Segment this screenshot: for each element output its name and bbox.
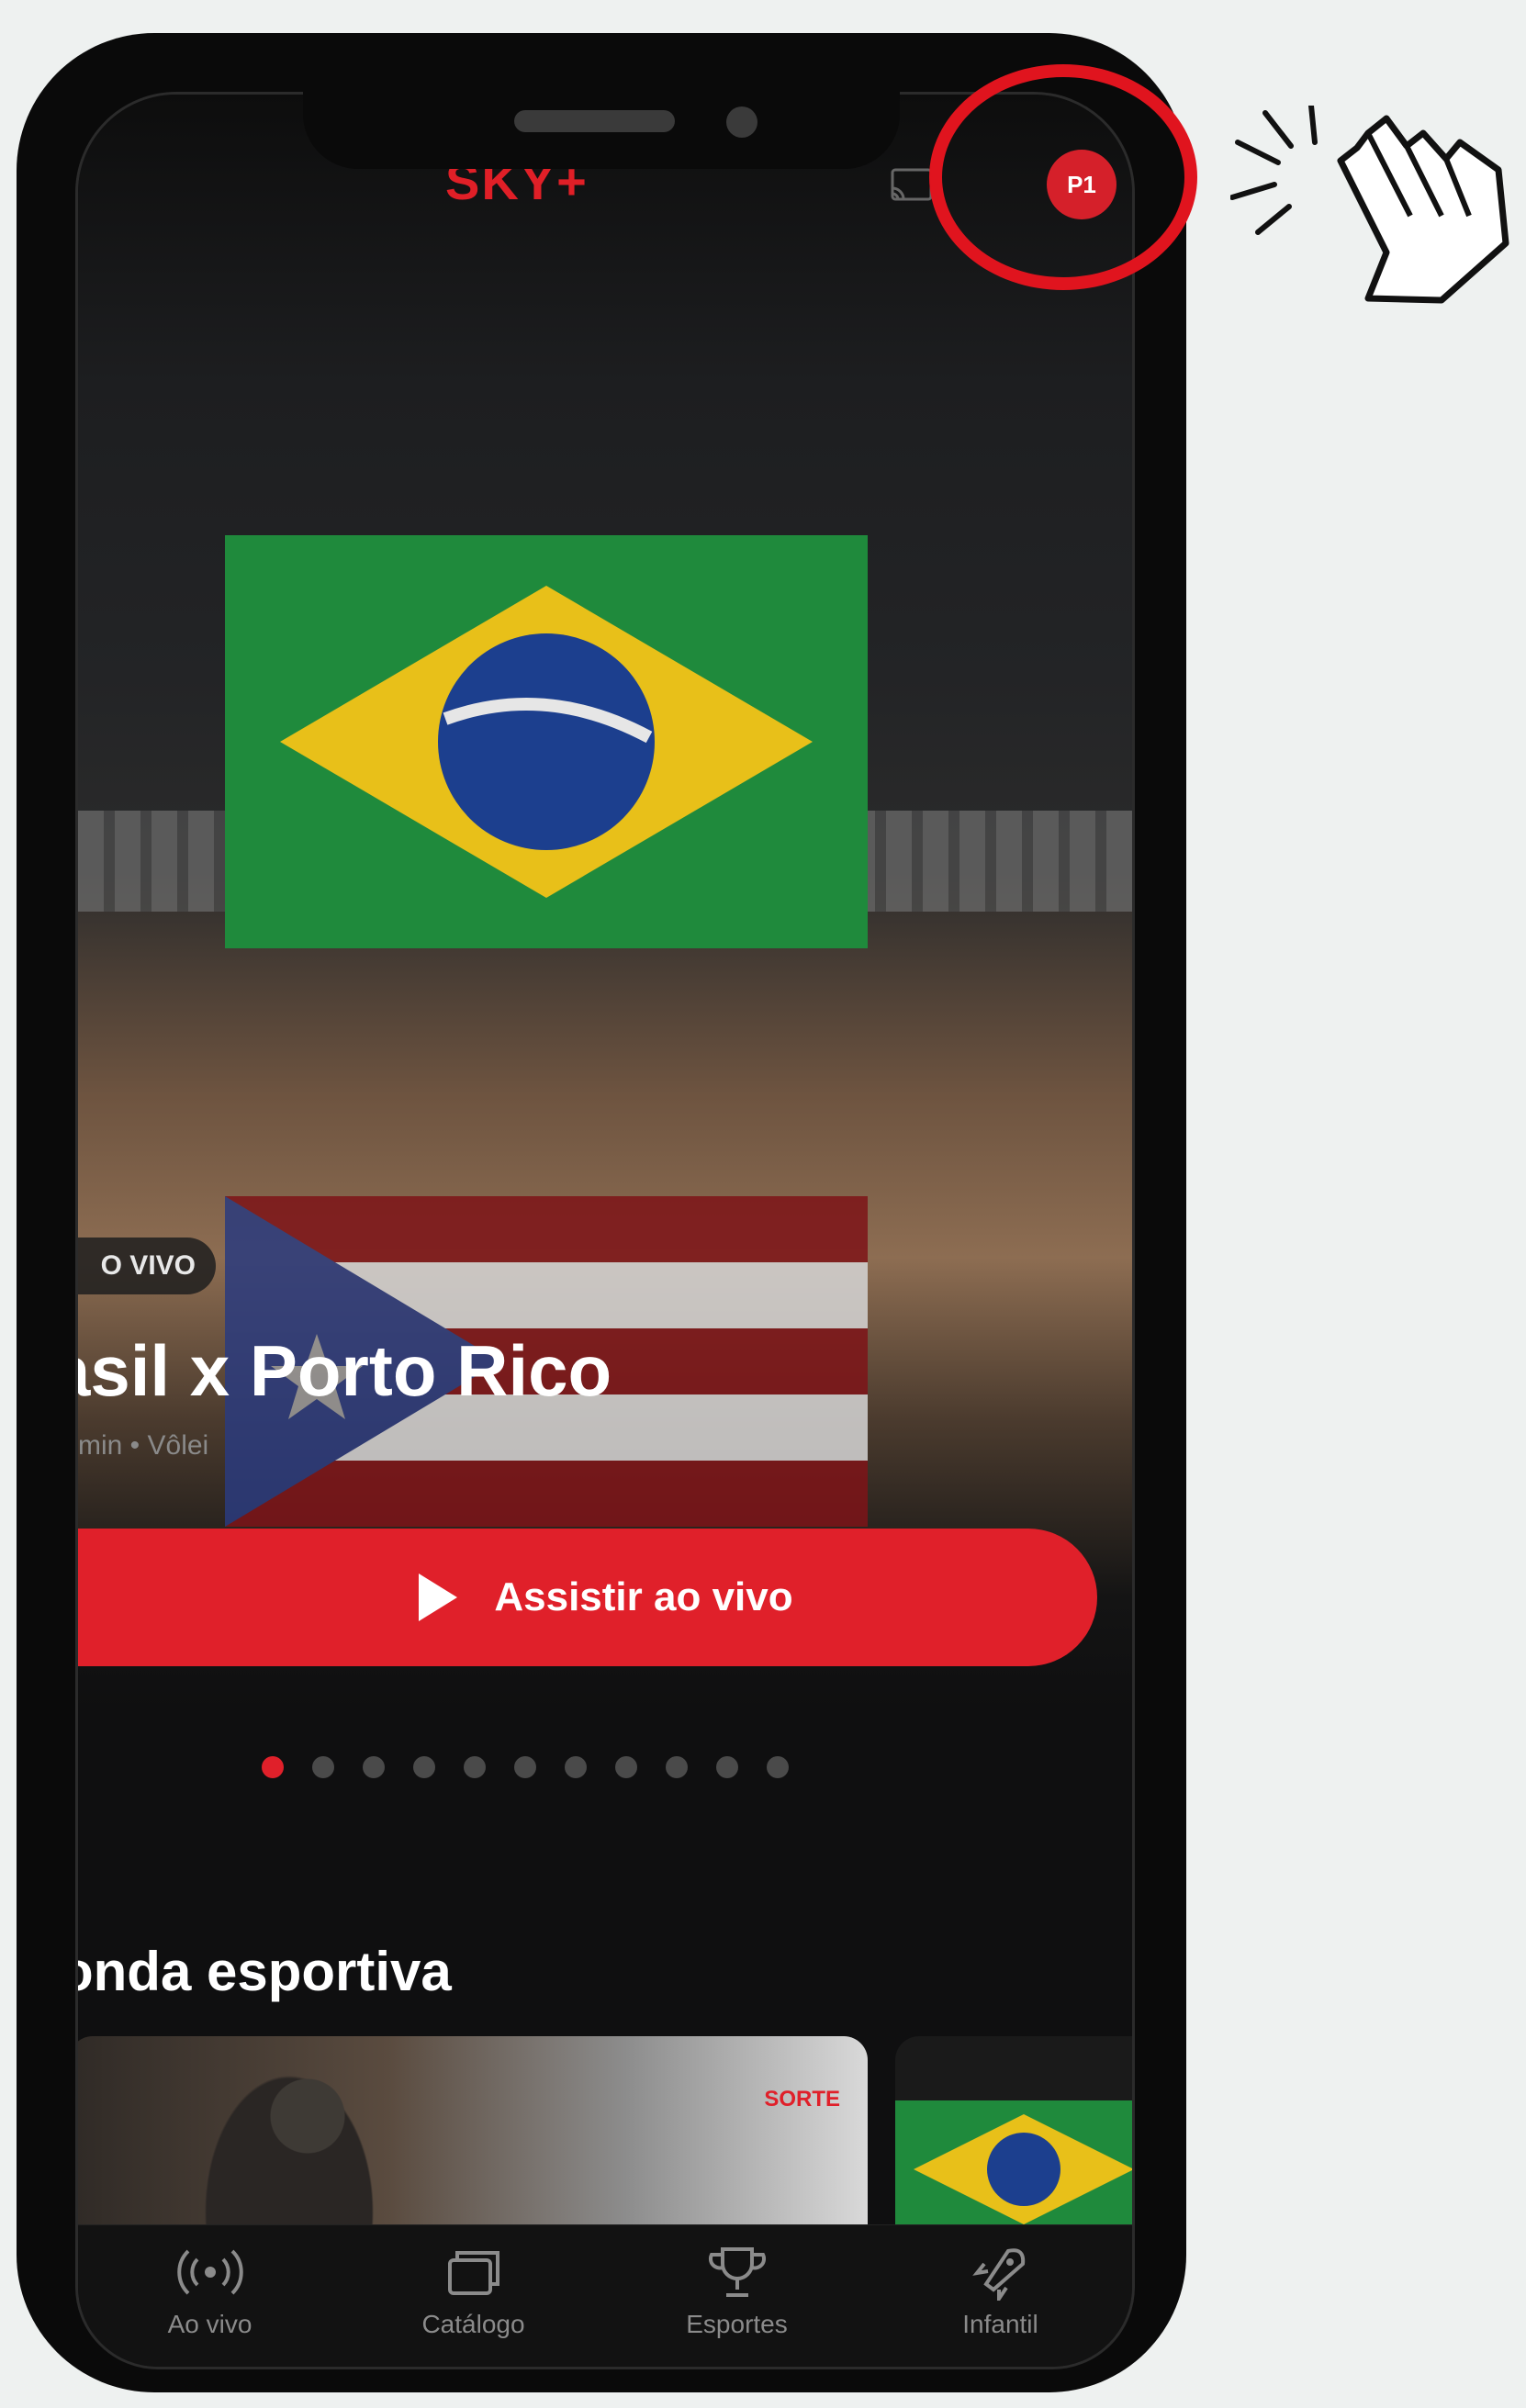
content-card-next[interactable] — [895, 2036, 1132, 2238]
nav-item-catalogo[interactable]: Catálogo — [342, 2225, 605, 2367]
nav-label-infantil: Infantil — [962, 2310, 1038, 2338]
phone-speaker — [514, 110, 675, 132]
trophy-icon — [708, 2247, 766, 2297]
content-card[interactable]: SORTE — [78, 2036, 868, 2238]
brazil-flag-image — [225, 535, 868, 948]
live-badge: O VIVO — [78, 1238, 216, 1294]
carousel-dot[interactable] — [363, 1756, 385, 1778]
rocket-icon — [971, 2248, 1025, 2301]
bottom-navigation: Ao vivo Catálogo Esportes Infantil — [78, 2224, 1132, 2367]
card-thumbnail — [197, 2064, 381, 2238]
watch-live-button[interactable]: Assistir ao vivo — [78, 1529, 1097, 1666]
highlight-circle — [929, 64, 1197, 290]
brazil-flag-thumbnail — [895, 2100, 1132, 2238]
carousel-dot[interactable] — [413, 1756, 435, 1778]
carousel-dot[interactable] — [615, 1756, 637, 1778]
live-broadcast-icon — [176, 2249, 243, 2295]
nav-label-esportes: Esportes — [686, 2310, 788, 2338]
carousel-dot[interactable] — [464, 1756, 486, 1778]
carousel-dot[interactable] — [262, 1756, 284, 1778]
event-meta: min • Vôlei — [78, 1430, 209, 1461]
carousel-pagination — [262, 1756, 789, 1780]
nav-label-catalogo: Catálogo — [421, 2310, 525, 2338]
phone-camera — [726, 106, 757, 138]
carousel-dot[interactable] — [312, 1756, 334, 1778]
section-title: onda esportiva — [75, 1941, 452, 2002]
event-title: asil x Porto Rico — [75, 1330, 612, 1411]
play-icon — [419, 1574, 458, 1621]
watch-live-label: Assistir ao vivo — [494, 1574, 793, 1619]
carousel-dot[interactable] — [565, 1756, 587, 1778]
nav-item-infantil[interactable]: Infantil — [869, 2225, 1132, 2367]
nav-item-ao-vivo[interactable]: Ao vivo — [78, 2225, 342, 2367]
catalog-icon — [447, 2251, 499, 2295]
hero-banner[interactable]: SKY+ P1 O VIVO asil x Porto Rico min • V… — [75, 95, 1132, 1778]
hand-click-icon — [1230, 106, 1509, 304]
app-screen: SKY+ P1 O VIVO asil x Porto Rico min • V… — [75, 92, 1135, 2369]
carousel-dot[interactable] — [666, 1756, 688, 1778]
carousel-dot[interactable] — [514, 1756, 536, 1778]
carousel-dot[interactable] — [767, 1756, 789, 1778]
cast-icon[interactable] — [891, 168, 933, 205]
nav-label-ao-vivo: Ao vivo — [167, 2310, 252, 2338]
carousel-dot[interactable] — [716, 1756, 738, 1778]
card-tag: SORTE — [764, 2087, 840, 2111]
nav-item-esportes[interactable]: Esportes — [605, 2225, 869, 2367]
